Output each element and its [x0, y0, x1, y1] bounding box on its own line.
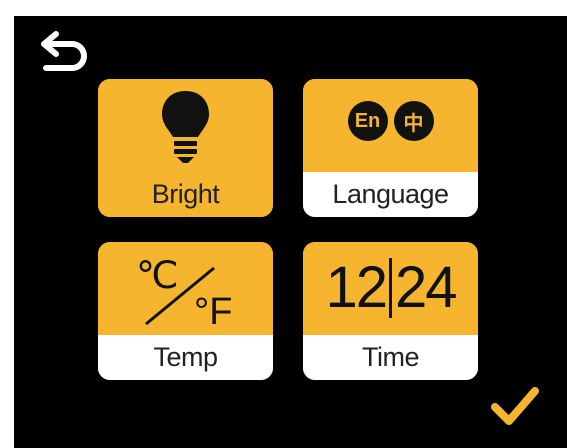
back-button[interactable] — [34, 28, 90, 72]
checkmark-icon — [491, 387, 539, 425]
tile-bright[interactable]: Bright — [98, 79, 273, 217]
tile-language[interactable]: En 中 Language — [303, 79, 478, 217]
lightbulb-icon — [162, 91, 209, 163]
tile-bright-icon-area — [98, 79, 273, 172]
celsius-symbol: ℃ — [136, 255, 179, 297]
confirm-button[interactable] — [489, 383, 541, 429]
tile-bright-label: Bright — [98, 172, 273, 217]
time-format-24: 24 — [395, 255, 457, 320]
tile-temp-icon-area: ℃ °F — [98, 242, 273, 335]
tile-temp-label: Temp — [98, 335, 273, 380]
time-format-icon: 12 24 — [303, 254, 478, 321]
tile-time-icon-area: 12 24 — [303, 242, 478, 335]
time-format-12: 12 — [325, 255, 387, 320]
settings-screen: Bright En 中 Language ℃ °F Temp 12 24 Tim… — [14, 16, 567, 448]
fahrenheit-symbol: °F — [194, 291, 232, 333]
tile-temp[interactable]: ℃ °F Temp — [98, 242, 273, 380]
chinese-badge-icon: 中 — [393, 101, 434, 141]
language-icon: En 中 — [303, 101, 478, 141]
celsius-fahrenheit-icon: ℃ °F — [136, 255, 232, 333]
english-badge-icon: En — [347, 101, 388, 141]
tile-language-icon-area: En 中 — [303, 79, 478, 172]
back-arrow-icon — [41, 31, 87, 71]
tile-time[interactable]: 12 24 Time — [303, 242, 478, 380]
tile-time-label: Time — [303, 335, 478, 380]
time-format-separator — [389, 257, 392, 318]
tile-language-label: Language — [303, 172, 478, 217]
